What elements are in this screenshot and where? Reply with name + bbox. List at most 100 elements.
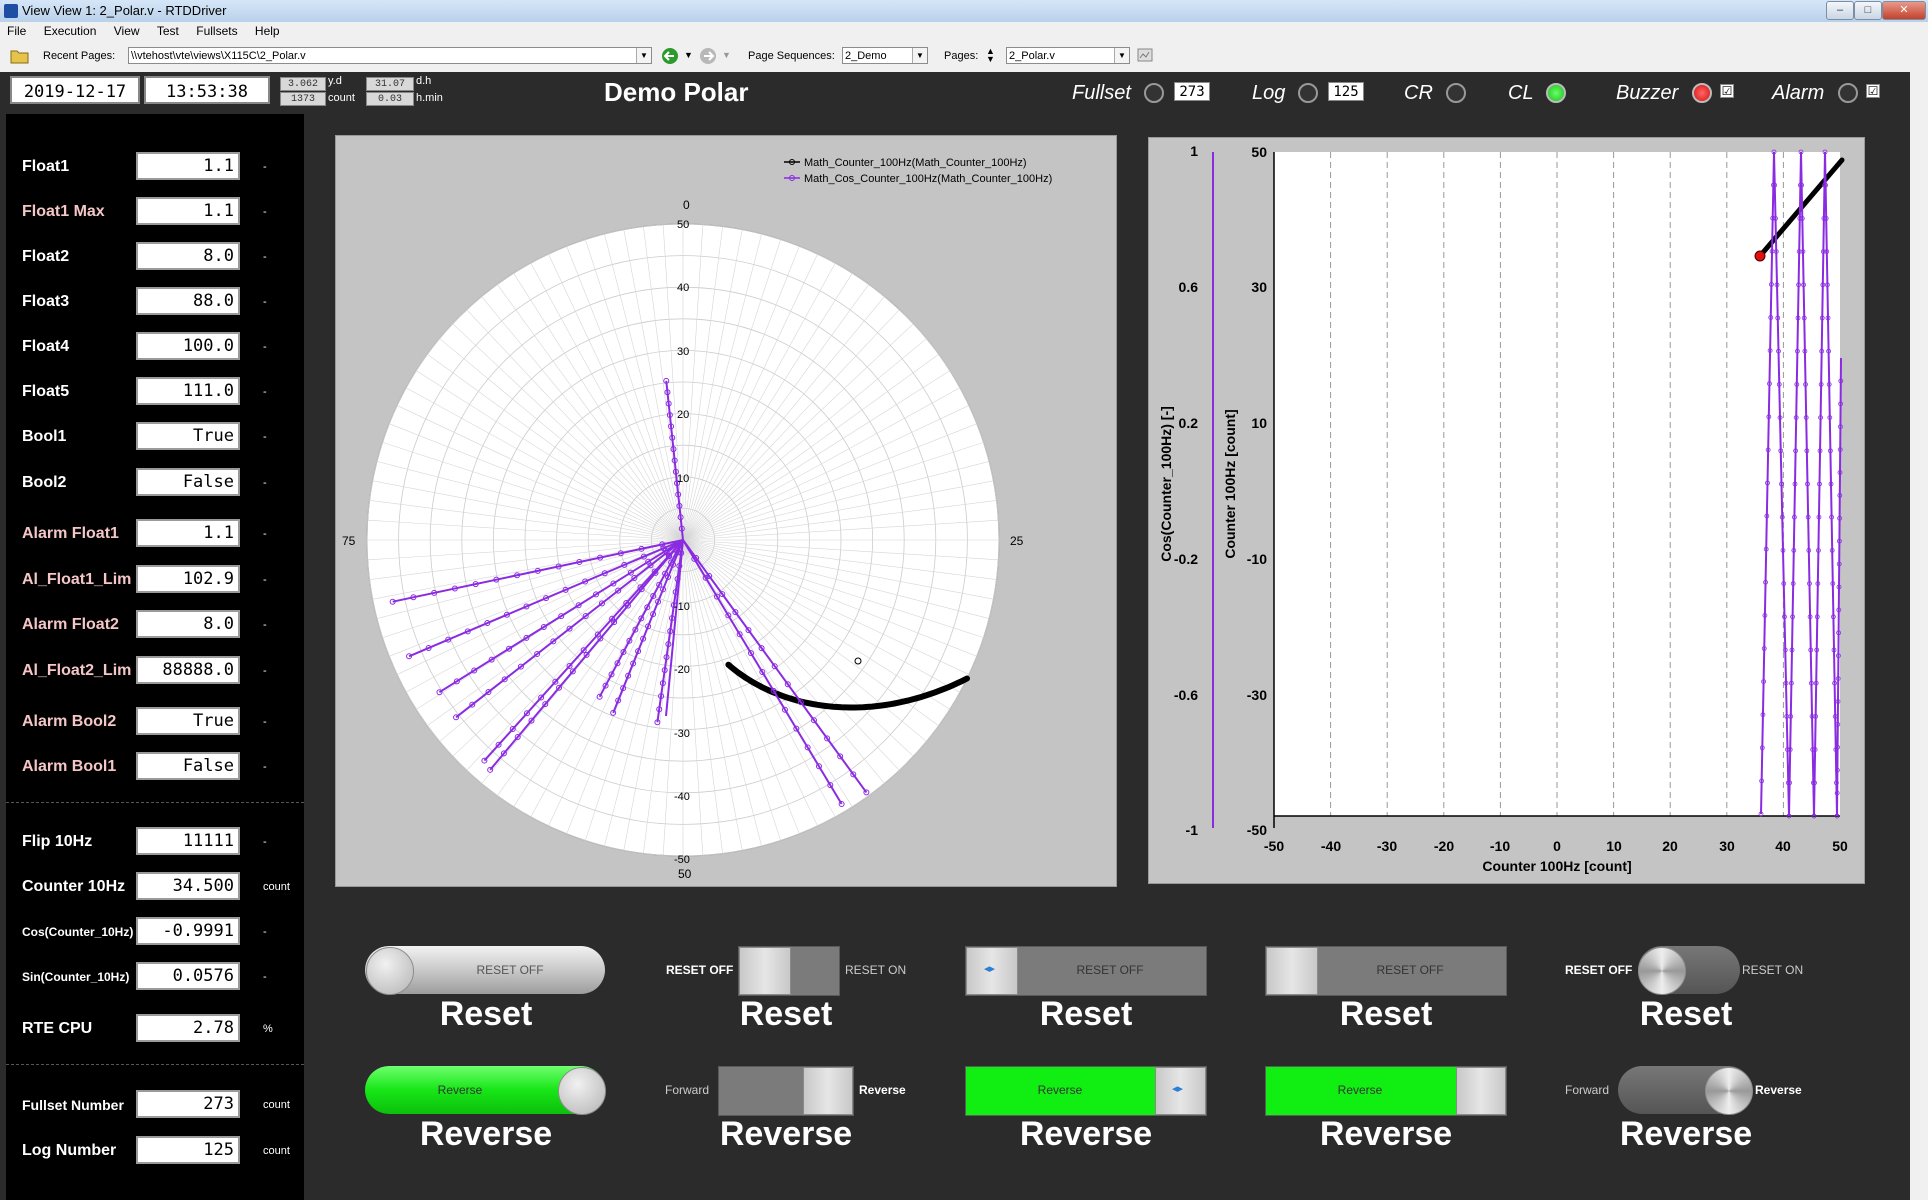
reverse-switch-4-text: Reverse: [1337, 1083, 1383, 1097]
y1-tick: 1: [1190, 143, 1198, 159]
row-label: Fullset Number: [22, 1097, 124, 1113]
row-value: 1.1: [136, 519, 240, 547]
reset-switch-4-text: RESET OFF: [1376, 963, 1444, 977]
forward-arrow-icon[interactable]: [698, 47, 718, 65]
legend-counter: Math_Counter_100Hz(Math_Counter_100Hz): [804, 157, 1027, 169]
recent-pages-combo[interactable]: \\vtehost\vte\views\X115C\2_Polar.v ▼: [128, 47, 652, 64]
x-tick: -50: [1264, 838, 1284, 854]
row-rte-cpu: RTE CPU 2.78%: [6, 1012, 304, 1044]
y2-tick: 50: [1251, 144, 1267, 160]
xy-plot-canvas: 1 0.6 0.2 -0.2 -0.6 -1 50 30 10 -10 -30 …: [1158, 143, 1848, 874]
y2-tick: 10: [1251, 415, 1267, 431]
open-folder-icon[interactable]: [10, 47, 30, 65]
row-unit: %: [263, 1023, 273, 1035]
row-unit: -: [263, 761, 267, 773]
menu-fullsets[interactable]: Fullsets: [189, 22, 244, 40]
y2-tick: -50: [1247, 822, 1267, 838]
row-al-float1-lim: Al_Float1_Lim 102.9 -: [6, 563, 304, 595]
row-al-float2-lim: Al_Float2_Lim 88888.0 -: [6, 654, 304, 686]
row-flip-10hz: Flip 10Hz 11111 -: [6, 825, 304, 857]
polar-plot[interactable]: Math_Counter_100Hz(Math_Counter_100Hz) M…: [335, 135, 1117, 887]
radial-label: -40: [674, 791, 690, 803]
x-axis-label: Counter 100Hz [count]: [1482, 858, 1631, 874]
row-value: False: [136, 468, 240, 496]
reset-switch-4-title: Reset: [1339, 995, 1433, 1033]
menu-file[interactable]: File: [0, 22, 33, 40]
reset-switch-1-text: RESET OFF: [476, 963, 544, 977]
row-log-number: Log Number 125 count: [6, 1134, 304, 1166]
chevron-down-icon[interactable]: ▼: [1114, 48, 1129, 63]
row-unit: -: [263, 665, 267, 677]
reverse-switch-1-title: Reverse: [419, 1115, 553, 1153]
pages-spinner-icon[interactable]: ▲ ▼: [986, 47, 995, 64]
chevron-down-icon[interactable]: ▼: [636, 48, 651, 63]
x-tick: -30: [1377, 838, 1397, 854]
reset-switch-3-knob[interactable]: ◂▸: [966, 947, 1018, 995]
reset-switch-2-knob[interactable]: [739, 947, 791, 995]
menu-view[interactable]: View: [107, 22, 147, 40]
buzzer-checkbox[interactable]: ☑: [1720, 84, 1734, 98]
reset-switch-4-knob[interactable]: [1266, 947, 1318, 995]
back-dropdown-icon[interactable]: ▼: [684, 50, 693, 60]
row-fullset-number: Fullset Number 273 count: [6, 1088, 304, 1120]
row-unit: -: [263, 386, 267, 398]
row-unit: -: [263, 716, 267, 728]
row-unit: -: [263, 528, 267, 540]
x-tick: 10: [1606, 838, 1622, 854]
row-value: 11111: [136, 827, 240, 855]
reverse-switch-5-knob[interactable]: [1705, 1067, 1753, 1115]
page-sequences-combo[interactable]: 2_Demo ▼: [842, 47, 928, 64]
divider: [6, 802, 304, 803]
close-button[interactable]: ✕: [1882, 1, 1926, 20]
reset-switch-1-title: Reset: [439, 995, 533, 1033]
row-label: Sin(Counter_10Hz): [22, 970, 130, 984]
reverse-switch-3-knob[interactable]: ◂▸: [1155, 1067, 1206, 1115]
dh-value: 31.07: [366, 77, 414, 91]
xy-counter-marker: [1754, 250, 1766, 262]
reset-switch-1-knob[interactable]: [366, 947, 414, 995]
reset-switch-5-on-label: RESET ON: [1742, 963, 1804, 977]
xy-plot[interactable]: 1 0.6 0.2 -0.2 -0.6 -1 50 30 10 -10 -30 …: [1148, 137, 1865, 884]
app-icon: [4, 4, 18, 18]
reverse-switch-1-knob[interactable]: [558, 1067, 606, 1115]
reverse-switch-2-knob[interactable]: [803, 1067, 853, 1115]
reverse-switch-3-text: Reverse: [1037, 1083, 1083, 1097]
row-unit: -: [263, 926, 267, 938]
back-arrow-icon[interactable]: [660, 47, 680, 65]
chevron-down-icon[interactable]: ▼: [912, 48, 927, 63]
x-tick: -10: [1490, 838, 1510, 854]
menu-test[interactable]: Test: [150, 22, 186, 40]
menu-help[interactable]: Help: [248, 22, 287, 40]
row-value: 102.9: [136, 565, 240, 593]
angle-label-0: 0: [683, 198, 690, 212]
pages-combo[interactable]: 2_Polar.v ▼: [1006, 47, 1130, 64]
reverse-switch-2-title: Reverse: [719, 1115, 853, 1153]
y2-tick: 30: [1251, 279, 1267, 295]
row-value: 0.0576: [136, 962, 240, 990]
cl-led: [1546, 83, 1566, 103]
reset-switch-5-knob[interactable]: [1638, 947, 1686, 995]
row-value: True: [136, 707, 240, 735]
menu-execution[interactable]: Execution: [37, 22, 104, 40]
row-label: Float1 Max: [22, 203, 105, 220]
reverse-switch-4-knob[interactable]: [1456, 1067, 1506, 1115]
row-value: 2.78: [136, 1014, 240, 1042]
minimize-button[interactable]: –: [1826, 1, 1854, 20]
forward-dropdown-icon[interactable]: ▼: [722, 50, 731, 60]
row-unit: -: [263, 477, 267, 489]
maximize-button[interactable]: □: [1854, 1, 1882, 20]
divider: [6, 1064, 304, 1065]
recent-pages-value: \\vtehost\vte\views\X115C\2_Polar.v: [131, 50, 306, 62]
page-view-icon[interactable]: [1137, 48, 1153, 63]
row-unit: -: [263, 619, 267, 631]
cr-led: [1446, 83, 1466, 103]
alarm-checkbox[interactable]: ☑: [1866, 84, 1880, 98]
header-bar: 2019-12-17 13:53:38 3.062 y.d 1373 count…: [0, 72, 1928, 114]
reset-switch-3-text: RESET OFF: [1076, 963, 1144, 977]
x-tick: 40: [1775, 838, 1791, 854]
y1-tick: -0.2: [1174, 551, 1198, 567]
reverse-switch-1-text: Reverse: [437, 1083, 483, 1097]
row-label: Float5: [22, 383, 70, 400]
pages-label: Pages:: [944, 50, 979, 62]
row-value: -0.9991: [136, 917, 240, 945]
